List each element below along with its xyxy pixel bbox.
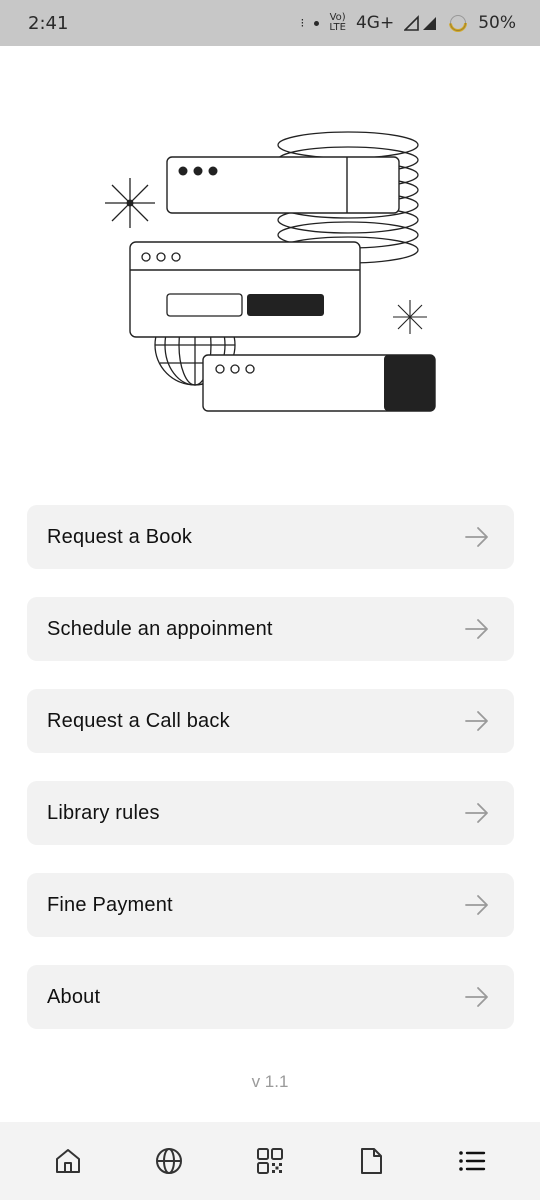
home-icon bbox=[56, 1149, 81, 1173]
about-button[interactable]: About bbox=[27, 965, 514, 1029]
nav-home-button[interactable] bbox=[43, 1136, 93, 1186]
qr-code-icon bbox=[256, 1148, 283, 1174]
menu-list-icon bbox=[458, 1151, 485, 1171]
globe-icon bbox=[156, 1148, 183, 1174]
nav-menu-button[interactable] bbox=[447, 1136, 497, 1186]
hero-illustration bbox=[90, 120, 450, 430]
arrow-right-icon bbox=[465, 711, 488, 731]
battery-saver-icon bbox=[449, 14, 468, 32]
menu-item-label: Request a Book bbox=[47, 525, 193, 548]
arrow-right-icon bbox=[465, 803, 488, 823]
arrow-right-icon bbox=[465, 619, 488, 639]
browser-windows-illustration bbox=[105, 131, 436, 412]
status-bar: 2:41 ⁝ Vo) LTE 4G+ 50% bbox=[0, 0, 540, 46]
schedule-appointment-button[interactable]: Schedule an appoinment bbox=[27, 597, 514, 661]
arrow-right-icon bbox=[465, 987, 488, 1007]
menu-item-label: Fine Payment bbox=[47, 893, 173, 916]
menu-item-label: Library rules bbox=[47, 801, 160, 824]
nav-globe-button[interactable] bbox=[144, 1136, 194, 1186]
status-icons: ⁝ Vo) LTE 4G+ 50% bbox=[300, 13, 516, 34]
arrow-right-icon bbox=[465, 527, 488, 547]
battery-level: 50% bbox=[478, 13, 516, 33]
arrow-right-icon bbox=[465, 895, 488, 915]
bottom-nav bbox=[0, 1122, 540, 1200]
dot-icon bbox=[314, 20, 320, 26]
signal-icon bbox=[404, 15, 437, 31]
volte-bottom: LTE bbox=[329, 22, 346, 33]
network-type: 4G+ bbox=[355, 13, 395, 33]
menu-item-label: About bbox=[47, 985, 101, 1008]
request-book-button[interactable]: Request a Book bbox=[27, 505, 514, 569]
app-version: v 1.1 bbox=[251, 1072, 289, 1091]
library-rules-button[interactable]: Library rules bbox=[27, 781, 514, 845]
nav-document-button[interactable] bbox=[346, 1136, 396, 1186]
request-call-back-button[interactable]: Request a Call back bbox=[27, 689, 514, 753]
volte-indicator: Vo) LTE bbox=[329, 13, 346, 33]
menu-item-label: Schedule an appoinment bbox=[47, 617, 273, 640]
status-time: 2:41 bbox=[28, 12, 69, 34]
menu-list: Request a Book Schedule an appoinment Re… bbox=[27, 505, 514, 1057]
notification-icon: ⁝ bbox=[300, 16, 305, 30]
nav-qr-button[interactable] bbox=[245, 1136, 295, 1186]
fine-payment-button[interactable]: Fine Payment bbox=[27, 873, 514, 937]
document-icon bbox=[360, 1148, 382, 1174]
menu-item-label: Request a Call back bbox=[47, 709, 230, 732]
